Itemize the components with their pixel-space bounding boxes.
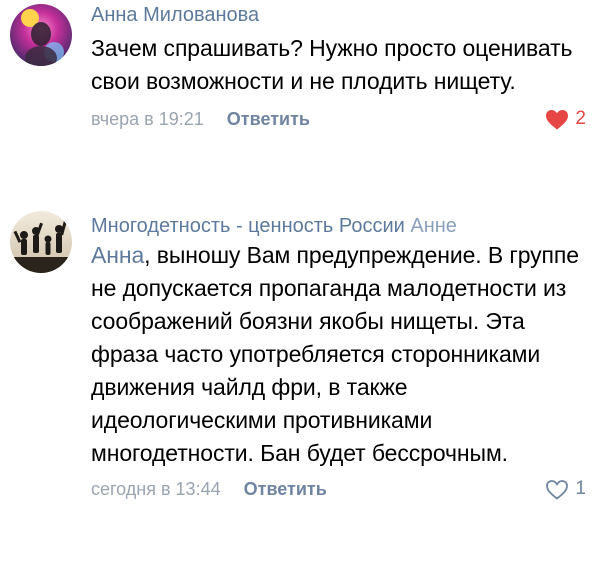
comment-text-body: , выношу Вам предупреждение. В группе не… xyxy=(91,242,579,466)
avatar[interactable] xyxy=(10,211,72,273)
comment-time[interactable]: вчера в 19:21 xyxy=(91,109,204,129)
comment-author[interactable]: Анна Милованова xyxy=(91,2,592,28)
comment-text: Зачем спрашивать? Нужно просто оценивать… xyxy=(91,35,573,94)
mention-link[interactable]: Анна xyxy=(91,242,144,268)
heart-outline-icon xyxy=(546,479,569,500)
avatar-photo xyxy=(10,4,72,66)
comment-meta: вчера в 19:21 Ответить 2 xyxy=(91,104,592,134)
avatar[interactable] xyxy=(10,4,72,66)
reply-button[interactable]: Ответить xyxy=(244,479,327,499)
comment-author[interactable]: Многодетность - ценность России xyxy=(91,215,405,237)
avatar-photo xyxy=(10,211,72,273)
reply-to-name[interactable]: Анне xyxy=(410,215,457,237)
like-button[interactable]: 2 xyxy=(545,104,586,134)
reply-button[interactable]: Ответить xyxy=(227,109,310,129)
comment-author-line: Многодетность - ценность России Анне xyxy=(91,213,592,239)
heart-filled-icon xyxy=(546,109,569,129)
comment-time[interactable]: сегодня в 13:44 xyxy=(91,479,221,499)
like-button[interactable]: 1 xyxy=(545,474,586,504)
comment-meta: сегодня в 13:44 Ответить 1 xyxy=(91,474,592,504)
comment-text: Анна, выношу Вам предупреждение. В групп… xyxy=(91,239,592,470)
like-count: 2 xyxy=(575,108,586,129)
like-count: 1 xyxy=(575,478,586,499)
